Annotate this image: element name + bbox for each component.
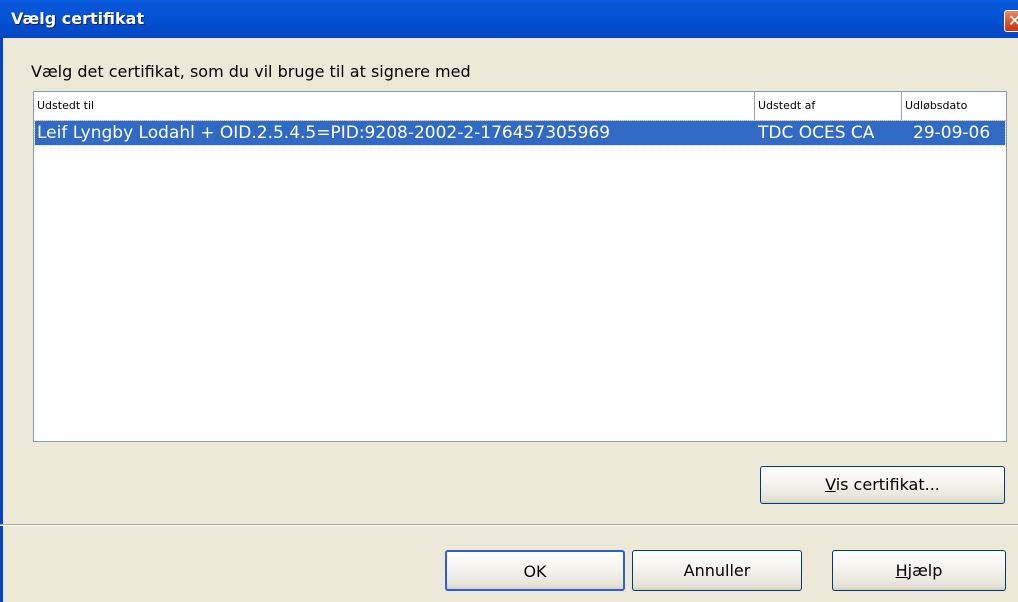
view-certificate-label: is certifikat... <box>835 475 940 494</box>
close-icon: ✕ <box>1008 11 1018 30</box>
column-header-issued-by[interactable]: Udstedt af <box>755 92 902 120</box>
cell-issued-by: TDC OCES CA <box>758 123 875 143</box>
instruction-label: Vælg det certifikat, som du vil bruge ti… <box>31 62 471 81</box>
ok-button[interactable]: OK <box>445 550 625 591</box>
window-title: Vælg certifikat <box>11 9 145 28</box>
cancel-label: Annuller <box>683 561 751 580</box>
column-header-issued-to[interactable]: Udstedt til <box>34 92 755 120</box>
window-border-left <box>0 38 3 602</box>
help-label: jælp <box>907 561 943 580</box>
list-header: Udstedt til Udstedt af Udløbsdato <box>34 92 1006 121</box>
view-certificate-accesskey: V <box>825 475 836 494</box>
certificate-list[interactable]: Udstedt til Udstedt af Udløbsdato Leif L… <box>33 91 1007 442</box>
ok-label: OK <box>523 562 547 581</box>
cell-expires: 29-09-06 <box>913 123 991 143</box>
close-button[interactable]: ✕ <box>1004 10 1018 32</box>
certificate-dialog: Vælg certifikat ✕ Vælg det certifikat, s… <box>0 0 1018 602</box>
help-accesskey: H <box>895 561 908 580</box>
cancel-button[interactable]: Annuller <box>632 550 802 591</box>
view-certificate-button[interactable]: Vis certifikat... <box>760 466 1005 504</box>
cell-issued-to: Leif Lyngby Lodahl + OID.2.5.4.5=PID:920… <box>37 123 611 143</box>
column-header-expires[interactable]: Udløbsdato <box>902 92 1006 120</box>
help-button[interactable]: Hjælp <box>832 550 1006 591</box>
table-row[interactable]: Leif Lyngby Lodahl + OID.2.5.4.5=PID:920… <box>34 120 1006 146</box>
title-bar[interactable]: Vælg certifikat ✕ <box>0 0 1018 38</box>
separator <box>0 524 1018 526</box>
